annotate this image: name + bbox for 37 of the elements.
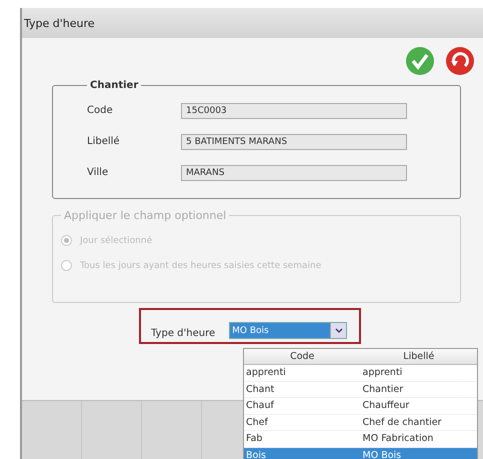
undo-icon[interactable]: [445, 46, 475, 76]
row-cell-text: MO Bois: [362, 450, 402, 459]
text-field[interactable]: 15C0003: [181, 102, 407, 118]
combo-value: MO Bois: [230, 323, 330, 338]
row-cell-text: Chant: [245, 384, 276, 395]
dropdown-button[interactable]: [330, 323, 346, 338]
group-title: Chantier: [89, 80, 140, 91]
dropdown-field[interactable]: MO Bois: [229, 322, 348, 339]
field-label: Code: [87, 105, 114, 116]
row-cell-text: Chantier: [362, 384, 404, 395]
row-cell-text: Chef de chantier: [362, 416, 442, 428]
row-cell-text: Fab: [245, 433, 264, 444]
radio-label: Jour sélectionné: [80, 236, 152, 246]
window-title: Type d'heure: [24, 16, 95, 30]
column-header: Code: [289, 351, 316, 362]
row-cell-text: Bois: [245, 450, 267, 459]
list-row[interactable]: apprenti apprenti: [244, 365, 477, 382]
field-label: Ville: [87, 167, 110, 178]
row-cell-text: Chauffeur: [362, 400, 410, 412]
row-cell-text: apprenti: [362, 367, 404, 378]
list-row[interactable]: Chauf Chauffeur: [244, 398, 477, 414]
list-row[interactable]: Chant Chantier: [244, 382, 477, 398]
field-label: Libellé: [87, 136, 121, 147]
list-row[interactable]: Chef Chef de chantier: [244, 414, 477, 431]
radio-label: Tous les jours ayant des heures saisies cette semaine: [80, 260, 322, 270]
field-label: Type d'heure: [151, 328, 216, 339]
list-row[interactable]: Bois MO Bois: [244, 448, 477, 459]
group-title: Appliquer le champ optionnel: [63, 209, 228, 222]
text-field[interactable]: 5 BATIMENTS MARANS: [181, 134, 407, 150]
chevron-icon: [334, 328, 343, 334]
row-cell-text: Chauf: [245, 400, 275, 412]
row-cell-text: MO Fabrication: [362, 433, 434, 444]
row-cell-text: Chef: [245, 416, 269, 428]
text-field[interactable]: MARANS: [181, 164, 407, 180]
row-cell-text: apprenti: [245, 367, 287, 378]
checkmark-icon[interactable]: [405, 46, 435, 76]
column-header: Libellé: [402, 351, 436, 362]
